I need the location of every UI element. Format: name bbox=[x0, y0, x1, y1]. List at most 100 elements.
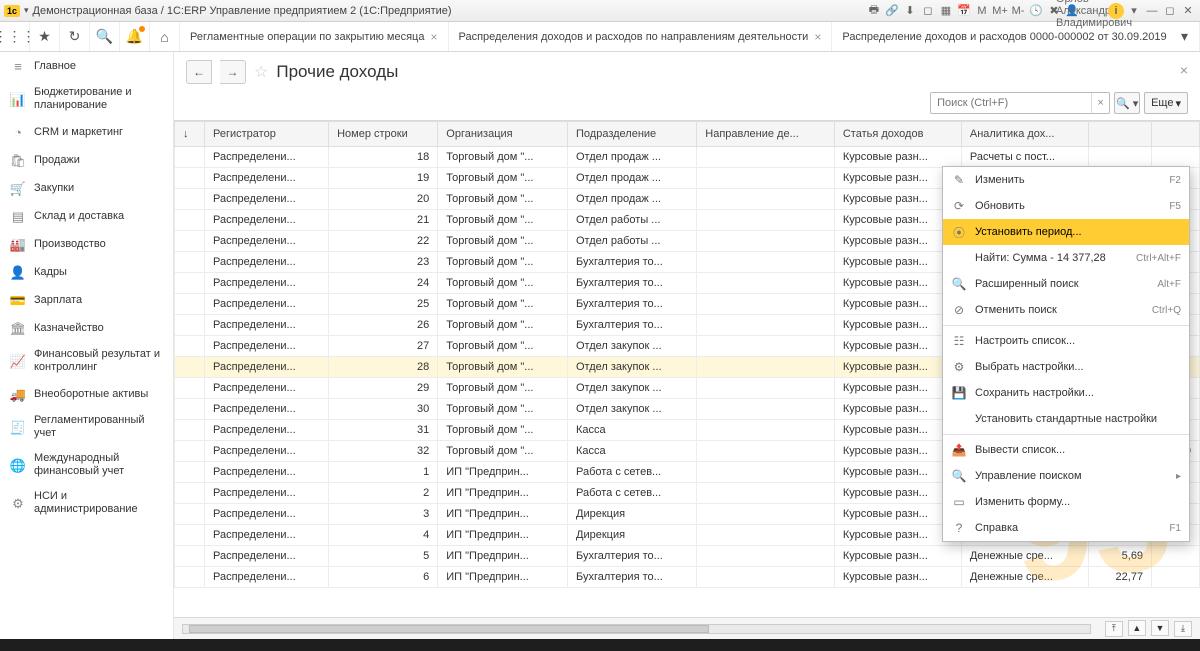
back-button[interactable]: ← bbox=[186, 60, 212, 84]
menu-item[interactable]: 📤Вывести список... bbox=[943, 437, 1189, 463]
column-header[interactable]: Направление де... bbox=[697, 122, 835, 147]
tab[interactable]: Регламентные операции по закрытию месяца… bbox=[180, 22, 449, 51]
horizontal-scrollbar[interactable] bbox=[182, 624, 1091, 634]
cell: Распределени... bbox=[205, 147, 329, 168]
column-header[interactable] bbox=[1152, 122, 1200, 147]
close-page-button[interactable]: × bbox=[1180, 62, 1188, 78]
favorite-icon[interactable]: ☆ bbox=[254, 62, 268, 82]
share-icon[interactable]: 🔗 bbox=[884, 3, 900, 19]
calc-icon[interactable]: ▦ bbox=[938, 3, 954, 19]
column-header[interactable]: Аналитика дох... bbox=[961, 122, 1088, 147]
print-icon[interactable]: 🖶 bbox=[866, 3, 882, 19]
minimize-button[interactable]: — bbox=[1144, 3, 1160, 19]
column-header[interactable]: Регистратор bbox=[205, 122, 329, 147]
home-icon[interactable]: ⌂ bbox=[150, 22, 180, 51]
tab[interactable]: Распределения доходов и расходов по напр… bbox=[449, 22, 833, 51]
tab-close-icon[interactable]: × bbox=[430, 30, 437, 44]
sidebar-item[interactable]: 🚚Внеоборотные активы bbox=[0, 380, 173, 408]
sidebar-item[interactable]: ◔CRM и маркетинг bbox=[0, 118, 173, 146]
menu-item-icon: 💾 bbox=[951, 385, 967, 401]
sidebar-item[interactable]: 📈Финансовый результат и контроллинг bbox=[0, 342, 173, 380]
cell: Работа с сетев... bbox=[568, 483, 697, 504]
menu-item[interactable]: 🔍Управление поиском▸ bbox=[943, 463, 1189, 489]
table-row[interactable]: Распределени...18Торговый дом "...Отдел … bbox=[175, 147, 1200, 168]
menu-item[interactable]: ?СправкаF1 bbox=[943, 515, 1189, 541]
column-header[interactable]: Организация bbox=[438, 122, 568, 147]
cell: 19 bbox=[329, 168, 438, 189]
menu-item[interactable]: ✎ИзменитьF2 bbox=[943, 167, 1189, 193]
apps-icon[interactable]: ⋮⋮⋮ bbox=[0, 22, 30, 51]
dropdown-icon[interactable]: ▾ bbox=[24, 5, 29, 16]
sidebar-item[interactable]: 🏛Казначейство bbox=[0, 314, 173, 342]
m-icon[interactable]: M bbox=[974, 3, 990, 19]
menu-separator bbox=[943, 434, 1189, 435]
tab-close-icon[interactable]: × bbox=[814, 30, 821, 44]
cell: 25 bbox=[329, 294, 438, 315]
sidebar-item-icon: 🛒 bbox=[10, 180, 26, 196]
sidebar-item[interactable]: 📊Бюджетирование и планирование bbox=[0, 80, 173, 118]
sidebar-item[interactable]: ▤Склад и доставка bbox=[0, 202, 173, 230]
menu-item-icon: ⚙ bbox=[951, 359, 967, 375]
sidebar-item[interactable]: 🏭Производство bbox=[0, 230, 173, 258]
copy-icon[interactable]: ◻ bbox=[920, 3, 936, 19]
clock-icon[interactable]: 🕓 bbox=[1028, 3, 1044, 19]
next-page-icon[interactable]: ▼ bbox=[1151, 620, 1169, 636]
menu-item[interactable]: ⚙Выбрать настройки... bbox=[943, 354, 1189, 380]
bell-icon[interactable]: 🔔 bbox=[120, 22, 150, 51]
save-icon[interactable]: ⬇ bbox=[902, 3, 918, 19]
menu-item[interactable]: ▭Изменить форму... bbox=[943, 489, 1189, 515]
menu-item[interactable]: ⟳ОбновитьF5 bbox=[943, 193, 1189, 219]
sidebar-item[interactable]: 💳Зарплата bbox=[0, 286, 173, 314]
sidebar-item[interactable]: 🌐Международный финансовый учет bbox=[0, 446, 173, 484]
history-icon[interactable]: ↻ bbox=[60, 22, 90, 51]
cell bbox=[697, 210, 835, 231]
first-page-icon[interactable]: ⤒ bbox=[1105, 621, 1123, 637]
table-row[interactable]: Распределени...5ИП "Предприн...Бухгалтер… bbox=[175, 546, 1200, 567]
more-button[interactable]: Еще ▾ bbox=[1144, 92, 1188, 114]
menu-item[interactable]: ⦿Установить период... bbox=[943, 219, 1189, 245]
close-window-button[interactable]: ✕ bbox=[1180, 3, 1196, 19]
cell: Распределени... bbox=[205, 504, 329, 525]
column-header[interactable] bbox=[1088, 122, 1151, 147]
menu-item[interactable]: 💾Сохранить настройки... bbox=[943, 380, 1189, 406]
sidebar-item-icon: 💳 bbox=[10, 292, 26, 308]
sidebar-item[interactable]: 🧾Регламентированный учет bbox=[0, 408, 173, 446]
column-header[interactable]: Статья доходов bbox=[834, 122, 961, 147]
column-header[interactable]: Подразделение bbox=[568, 122, 697, 147]
column-header[interactable]: Номер строки bbox=[329, 122, 438, 147]
advanced-search-button[interactable]: 🔍 ▾ bbox=[1114, 92, 1140, 114]
sidebar-item[interactable]: 🛍Продажи bbox=[0, 146, 173, 174]
cell: Торговый дом "... bbox=[438, 189, 568, 210]
m-plus-icon[interactable]: M+ bbox=[992, 3, 1008, 19]
user-name[interactable]: Орлов Александр Владимирович bbox=[1086, 3, 1102, 19]
menu-item[interactable]: Найти: Сумма - 14 377,28Ctrl+Alt+F bbox=[943, 245, 1189, 271]
sidebar-item[interactable]: 🛒Закупки bbox=[0, 174, 173, 202]
menu-item[interactable]: 🔍Расширенный поискAlt+F bbox=[943, 271, 1189, 297]
cell: ИП "Предприн... bbox=[438, 504, 568, 525]
menu-item[interactable]: ⊘Отменить поискCtrl+Q bbox=[943, 297, 1189, 323]
cell: Расчеты с пост... bbox=[961, 147, 1088, 168]
tabs-chevron-icon[interactable]: ▾ bbox=[1170, 22, 1200, 51]
menu-item[interactable]: ☷Настроить список... bbox=[943, 328, 1189, 354]
search-icon[interactable]: 🔍 bbox=[90, 22, 120, 51]
info-icon[interactable]: i bbox=[1108, 3, 1124, 19]
forward-button[interactable]: → bbox=[220, 60, 246, 84]
prev-page-icon[interactable]: ▲ bbox=[1128, 620, 1146, 636]
sidebar-item[interactable]: ⚙НСИ и администрирование bbox=[0, 484, 173, 522]
calendar-icon[interactable]: 📅 bbox=[956, 3, 972, 19]
column-header[interactable]: ↓ bbox=[175, 122, 205, 147]
table-row[interactable]: Распределени...6ИП "Предприн...Бухгалтер… bbox=[175, 567, 1200, 588]
search-input[interactable] bbox=[931, 93, 1091, 113]
sidebar-item[interactable]: 👤Кадры bbox=[0, 258, 173, 286]
maximize-button[interactable]: ◻ bbox=[1162, 3, 1178, 19]
star-icon[interactable]: ★ bbox=[30, 22, 60, 51]
menu-item[interactable]: Установить стандартные настройки bbox=[943, 406, 1189, 432]
m-minus-icon[interactable]: M- bbox=[1010, 3, 1026, 19]
sidebar-item[interactable]: ≡Главное bbox=[0, 52, 173, 80]
scroll-thumb[interactable] bbox=[189, 625, 709, 633]
last-page-icon[interactable]: ⤓ bbox=[1174, 621, 1192, 637]
cell: 21 bbox=[329, 210, 438, 231]
dd-icon[interactable]: ▾ bbox=[1126, 3, 1142, 19]
tab[interactable]: Распределение доходов и расходов 0000-00… bbox=[832, 22, 1170, 51]
clear-search-button[interactable]: × bbox=[1091, 93, 1109, 113]
